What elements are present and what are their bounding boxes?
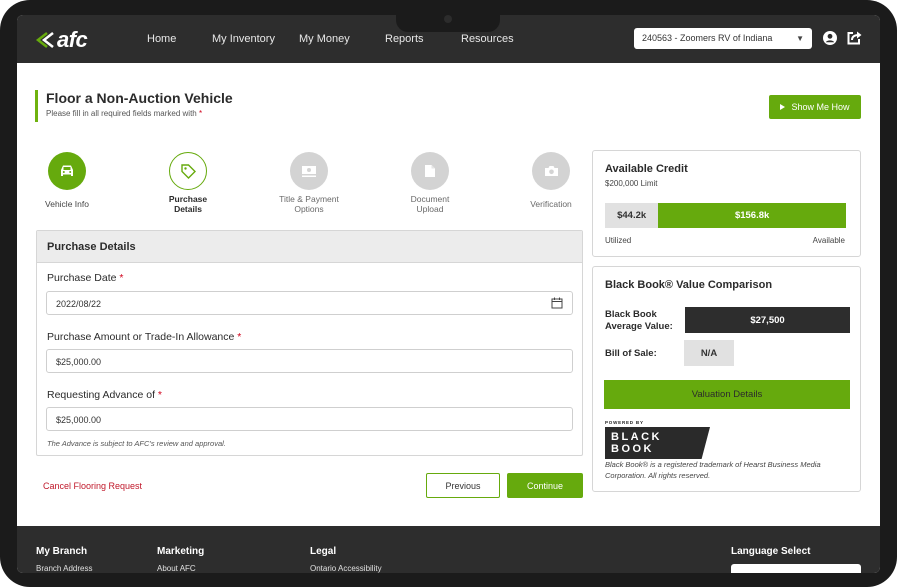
required-mark: * — [237, 331, 242, 343]
play-icon — [780, 104, 786, 110]
step-circle-current — [169, 152, 207, 190]
purchase-date-input[interactable]: 2022/08/22 — [46, 291, 573, 315]
previous-button[interactable]: Previous — [426, 473, 500, 498]
credit-limit: $200,000 Limit — [605, 179, 658, 188]
utilized-label: Utilized — [605, 236, 632, 245]
credit-available-segment: $156.8k — [658, 203, 846, 228]
required-mark: * — [198, 109, 203, 118]
car-icon — [61, 165, 73, 176]
show-me-how-button[interactable]: Show Me How — [769, 95, 861, 119]
advance-value: $25,000.00 — [56, 415, 102, 425]
page-header: Floor a Non-Auction Vehicle Please fill … — [35, 90, 233, 122]
powered-by-text: POWERED BY — [605, 420, 644, 425]
step-title-payment[interactable]: Title & Payment Options — [264, 152, 354, 214]
credit-bar: $44.2k $156.8k — [605, 203, 846, 228]
step-label: Document Upload — [410, 194, 450, 214]
show-me-how-label: Show Me How — [791, 102, 850, 112]
step-circle-pending — [411, 152, 449, 190]
app-screen: afc Home My Inventory My Money Reports R… — [17, 15, 880, 573]
purchase-amount-value: $25,000.00 — [56, 357, 102, 367]
calendar-icon[interactable] — [551, 297, 563, 309]
tag-icon — [180, 163, 196, 179]
bb-average-label: Black Book Average Value: — [605, 309, 673, 333]
nav-home[interactable]: Home — [147, 33, 176, 45]
camera-dot — [444, 15, 452, 23]
footer-language-select: Language Select — [731, 546, 811, 557]
purchase-details-panel: Purchase Details Purchase Date * 2022/08… — [36, 230, 583, 456]
purchase-date-label-text: Purchase Date — [47, 272, 117, 284]
available-credit-card: Available Credit $200,000 Limit $44.2k $… — [592, 150, 861, 257]
logout-icon[interactable] — [846, 30, 862, 46]
bb-average-label-line1: Black Book — [605, 309, 657, 320]
advance-input[interactable]: $25,000.00 — [46, 407, 573, 431]
footer-legal: Legal — [310, 546, 337, 557]
credit-title: Available Credit — [605, 163, 688, 175]
cancel-flooring-link[interactable]: Cancel Flooring Request — [43, 481, 142, 491]
afc-logo[interactable]: afc — [35, 27, 88, 53]
nav-my-inventory[interactable]: My Inventory — [212, 33, 275, 45]
credit-utilized-segment: $44.2k — [605, 203, 659, 228]
document-icon — [425, 165, 435, 177]
user-icon[interactable] — [822, 30, 838, 46]
purchase-date-value: 2022/08/22 — [56, 299, 102, 309]
advance-label-text: Requesting Advance of — [47, 389, 155, 401]
footer-marketing: Marketing — [157, 546, 205, 557]
advance-hint: The Advance is subject to AFC's review a… — [47, 439, 226, 448]
step-circle-complete — [48, 152, 86, 190]
bb-average-label-line2: Average Value: — [605, 321, 673, 332]
device-notch — [396, 14, 500, 32]
logo-text: afc — [57, 27, 88, 52]
nav-my-money[interactable]: My Money — [299, 33, 350, 45]
continue-button[interactable]: Continue — [507, 473, 583, 498]
available-label: Available — [812, 236, 845, 245]
dealer-select-value: 240563 - Zoomers RV of Indiana — [642, 33, 773, 43]
panel-title: Purchase Details — [37, 231, 582, 263]
page-subtitle: Please fill in all required fields marke… — [46, 109, 233, 118]
step-label: Vehicle Info — [45, 199, 89, 209]
advance-label: Requesting Advance of * — [47, 389, 162, 401]
step-purchase-details[interactable]: Purchase Details — [143, 152, 233, 214]
nav-resources[interactable]: Resources — [461, 33, 514, 45]
step-label: Purchase Details — [168, 194, 208, 214]
nav-reports[interactable]: Reports — [385, 33, 424, 45]
afc-chevron-icon — [35, 32, 54, 48]
footer-branch-address[interactable]: Branch Address — [36, 564, 92, 573]
money-icon — [302, 165, 316, 177]
step-vehicle-info[interactable]: Vehicle Info — [22, 152, 112, 209]
chevron-down-icon: ▼ — [796, 34, 804, 43]
purchase-amount-label: Purchase Amount or Trade-In Allowance * — [47, 331, 241, 343]
language-select[interactable] — [731, 564, 861, 573]
purchase-amount-input[interactable]: $25,000.00 — [46, 349, 573, 373]
black-book-title: Black Book® Value Comparison — [605, 279, 773, 291]
step-verification[interactable]: Verification — [506, 152, 596, 209]
footer-ontario-accessibility[interactable]: Ontario Accessibility — [310, 564, 382, 573]
step-circle-pending — [532, 152, 570, 190]
step-circle-pending — [290, 152, 328, 190]
footer: My Branch Branch Address Marketing About… — [17, 526, 880, 573]
black-book-card: Black Book® Value Comparison Black Book … — [592, 266, 861, 492]
step-document-upload[interactable]: Document Upload — [385, 152, 475, 214]
step-label: Title & Payment Options — [279, 194, 339, 214]
step-label: Verification — [530, 199, 572, 209]
required-mark: * — [157, 389, 163, 401]
trademark-notice: Black Book® is a registered trademark of… — [605, 460, 821, 480]
black-book-logo: POWERED BY BLACK BOOK — [605, 420, 710, 459]
black-book-logo-text: BLACK BOOK — [605, 427, 710, 459]
page-title: Floor a Non-Auction Vehicle — [46, 90, 233, 106]
footer-my-branch: My Branch — [36, 546, 88, 557]
camera-icon — [544, 166, 558, 176]
bb-average-value: $27,500 — [685, 307, 850, 333]
required-mark: * — [119, 272, 124, 284]
bill-of-sale-value: N/A — [684, 340, 734, 366]
valuation-details-button[interactable]: Valuation Details — [604, 380, 850, 409]
dealer-select[interactable]: 240563 - Zoomers RV of Indiana ▼ — [634, 28, 812, 49]
purchase-amount-label-text: Purchase Amount or Trade-In Allowance — [47, 331, 235, 343]
purchase-date-label: Purchase Date * — [47, 272, 123, 284]
footer-about-afc[interactable]: About AFC — [157, 564, 196, 573]
subtitle-text: Please fill in all required fields marke… — [46, 109, 197, 118]
bill-of-sale-label: Bill of Sale: — [605, 348, 657, 359]
